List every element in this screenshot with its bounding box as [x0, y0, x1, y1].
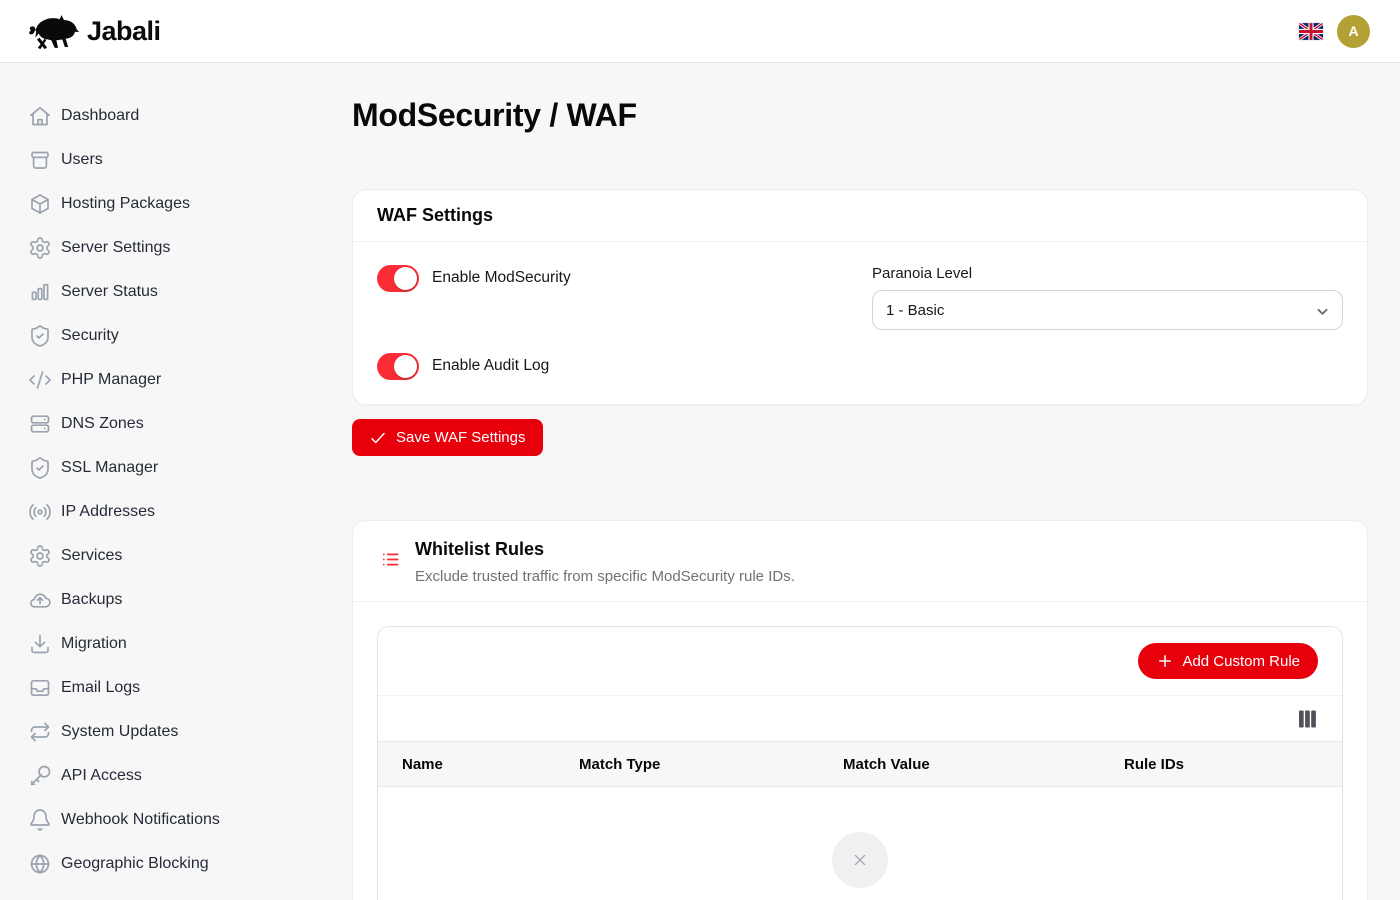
sidebar-item-security[interactable]: Security [0, 314, 352, 358]
inbox-icon [28, 676, 52, 700]
download-icon [28, 632, 52, 656]
paranoia-level-label: Paranoia Level [872, 265, 1343, 282]
package-icon [28, 192, 52, 216]
toggle-knob [394, 267, 417, 290]
user-avatar[interactable]: A [1337, 15, 1370, 48]
shield-check-icon [28, 324, 52, 348]
repeat-icon [28, 720, 52, 744]
whitelist-rules-card: Whitelist Rules Exclude trusted traffic … [352, 520, 1368, 900]
globe-icon [28, 852, 52, 876]
sidebar-item-migration[interactable]: Migration [0, 622, 352, 666]
code-icon [28, 368, 52, 392]
columns-icon [1299, 710, 1316, 728]
home-icon [28, 104, 52, 128]
page-title: ModSecurity / WAF [352, 96, 1368, 134]
sidebar-item-hosting-packages[interactable]: Hosting Packages [0, 182, 352, 226]
waf-settings-title: WAF Settings [353, 190, 1367, 242]
sidebar-item-api-access[interactable]: API Access [0, 754, 352, 798]
sidebar-item-server-settings[interactable]: Server Settings [0, 226, 352, 270]
rules-table-panel: Add Custom Rule Name [377, 626, 1343, 900]
sidebar-item-ssl-manager[interactable]: SSL Manager [0, 446, 352, 490]
brand-name: Jabali [87, 16, 161, 47]
sidebar-item-system-updates[interactable]: System Updates [0, 710, 352, 754]
column-header-rule-ids: Rule IDs [1124, 756, 1342, 773]
sidebar-item-dashboard[interactable]: Dashboard [0, 94, 352, 138]
sidebar-item-dns-zones[interactable]: DNS Zones [0, 402, 352, 446]
whitelist-rules-subtitle: Exclude trusted traffic from specific Mo… [415, 567, 795, 586]
whitelist-rules-title: Whitelist Rules [415, 538, 795, 560]
archive-icon [28, 148, 52, 172]
sidebar-item-ip-addresses[interactable]: IP Addresses [0, 490, 352, 534]
sidebar-item-server-status[interactable]: Server Status [0, 270, 352, 314]
boar-icon [26, 11, 80, 51]
column-header-name: Name [402, 756, 579, 773]
enable-modsecurity-toggle[interactable] [377, 265, 419, 292]
cloud-upload-icon [28, 588, 52, 612]
sidebar-item-email-logs[interactable]: Email Logs [0, 666, 352, 710]
paranoia-level-value: 1 - Basic [886, 302, 944, 319]
column-header-match-type: Match Type [579, 756, 843, 773]
sidebar-item-backups[interactable]: Backups [0, 578, 352, 622]
enable-audit-log-toggle[interactable] [377, 353, 419, 380]
waf-toggles-column: Enable ModSecurity Enable Audit Log [377, 264, 848, 380]
bell-icon [28, 808, 52, 832]
brand-logo[interactable]: Jabali [26, 11, 161, 51]
empty-state-circle [832, 832, 888, 888]
gear-icon [28, 236, 52, 260]
column-visibility-button[interactable] [1299, 710, 1316, 728]
bar-chart-icon [28, 280, 52, 304]
modsecurity-toggle-row: Enable ModSecurity [377, 264, 848, 292]
list-icon [381, 550, 400, 586]
table-empty-body [378, 787, 1342, 900]
save-waf-settings-button[interactable]: Save WAF Settings [352, 419, 543, 456]
toggle-knob [394, 355, 417, 378]
plus-icon [1156, 652, 1174, 670]
top-bar: Jabali A [0, 0, 1400, 63]
gear-icon [28, 544, 52, 568]
paranoia-column: Paranoia Level 1 - Basic [872, 264, 1343, 380]
paranoia-level-select[interactable]: 1 - Basic [872, 290, 1343, 330]
key-icon [28, 764, 52, 788]
sidebar-item-users[interactable]: Users [0, 138, 352, 182]
sidebar-item-webhook-notifications[interactable]: Webhook Notifications [0, 798, 352, 842]
server-stack-icon [28, 412, 52, 436]
table-header-row: Name Match Type Match Value Rule IDs [378, 741, 1342, 787]
chevron-down-icon [1312, 302, 1329, 319]
waf-settings-card: WAF Settings Enable ModSecurity Enable A… [352, 189, 1368, 405]
sidebar-item-geographic-blocking[interactable]: Geographic Blocking [0, 842, 352, 886]
x-icon [850, 850, 870, 870]
audit-log-toggle-row: Enable Audit Log [377, 352, 848, 380]
add-custom-rule-button[interactable]: Add Custom Rule [1138, 643, 1318, 679]
enable-audit-log-label: Enable Audit Log [432, 357, 549, 375]
check-icon [369, 429, 387, 447]
main-content: ModSecurity / WAF WAF Settings Enable Mo… [352, 63, 1400, 900]
sidebar-item-services[interactable]: Services [0, 534, 352, 578]
enable-modsecurity-label: Enable ModSecurity [432, 269, 571, 287]
shield-check-icon [28, 456, 52, 480]
column-header-match-value: Match Value [843, 756, 1124, 773]
sidebar-item-php-manager[interactable]: PHP Manager [0, 358, 352, 402]
sidebar-nav: Dashboard Users Hosting Packages Server … [0, 63, 352, 900]
language-flag-uk-icon[interactable] [1299, 23, 1323, 40]
radio-icon [28, 500, 52, 524]
